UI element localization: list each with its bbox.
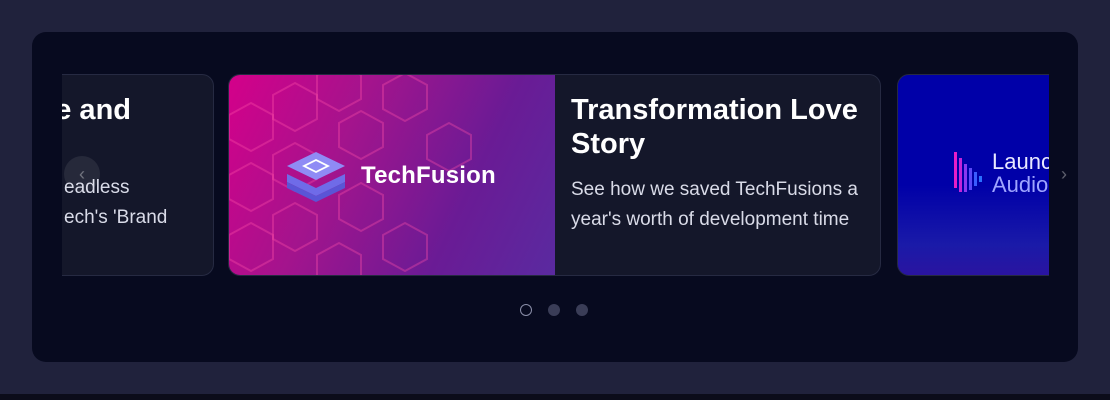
- brand-line-1: Launc: [992, 149, 1049, 174]
- launch-audio-brand: Launc Audio: [954, 150, 1049, 196]
- techfusion-brand: TechFusion: [285, 150, 496, 202]
- next-slide-button[interactable]: ›: [1046, 156, 1078, 192]
- slide-image: Launc Audio: [898, 75, 1049, 275]
- slide-content: Transformation Love Story See how we sav…: [571, 93, 866, 235]
- launch-audio-wordmark: Launc Audio: [992, 150, 1049, 196]
- carousel-pagination: [520, 304, 588, 316]
- brand-line-2: Audio: [992, 172, 1049, 197]
- audio-bars-icon: [954, 152, 982, 192]
- slide-description: See how we saved TechFusions a year's wo…: [571, 179, 858, 230]
- carousel-panel: e and eadless ech's 'Brand TechFusion Tr…: [32, 32, 1078, 362]
- chevron-right-icon: ›: [1061, 163, 1067, 184]
- slide-title: Transformation Love Story: [571, 94, 858, 160]
- pagination-dot-1[interactable]: [520, 304, 532, 316]
- brand-name: TechFusion: [361, 162, 496, 189]
- pagination-dot-2[interactable]: [548, 304, 560, 316]
- chevron-left-icon: ‹: [79, 163, 85, 184]
- pagination-dot-3[interactable]: [576, 304, 588, 316]
- slide-title: e and: [62, 94, 131, 126]
- carousel-slide-current[interactable]: TechFusion Transformation Love Story See…: [228, 74, 881, 276]
- prev-slide-button[interactable]: ‹: [64, 156, 100, 192]
- slide-image: TechFusion: [229, 75, 555, 275]
- carousel-slide-next[interactable]: Launc Audio: [897, 74, 1049, 276]
- page-bottom-strip: [0, 394, 1110, 400]
- carousel-viewport: e and eadless ech's 'Brand TechFusion Tr…: [62, 74, 1049, 276]
- slide-description-line: ech's 'Brand: [64, 207, 168, 228]
- stacked-layers-icon: [287, 152, 345, 202]
